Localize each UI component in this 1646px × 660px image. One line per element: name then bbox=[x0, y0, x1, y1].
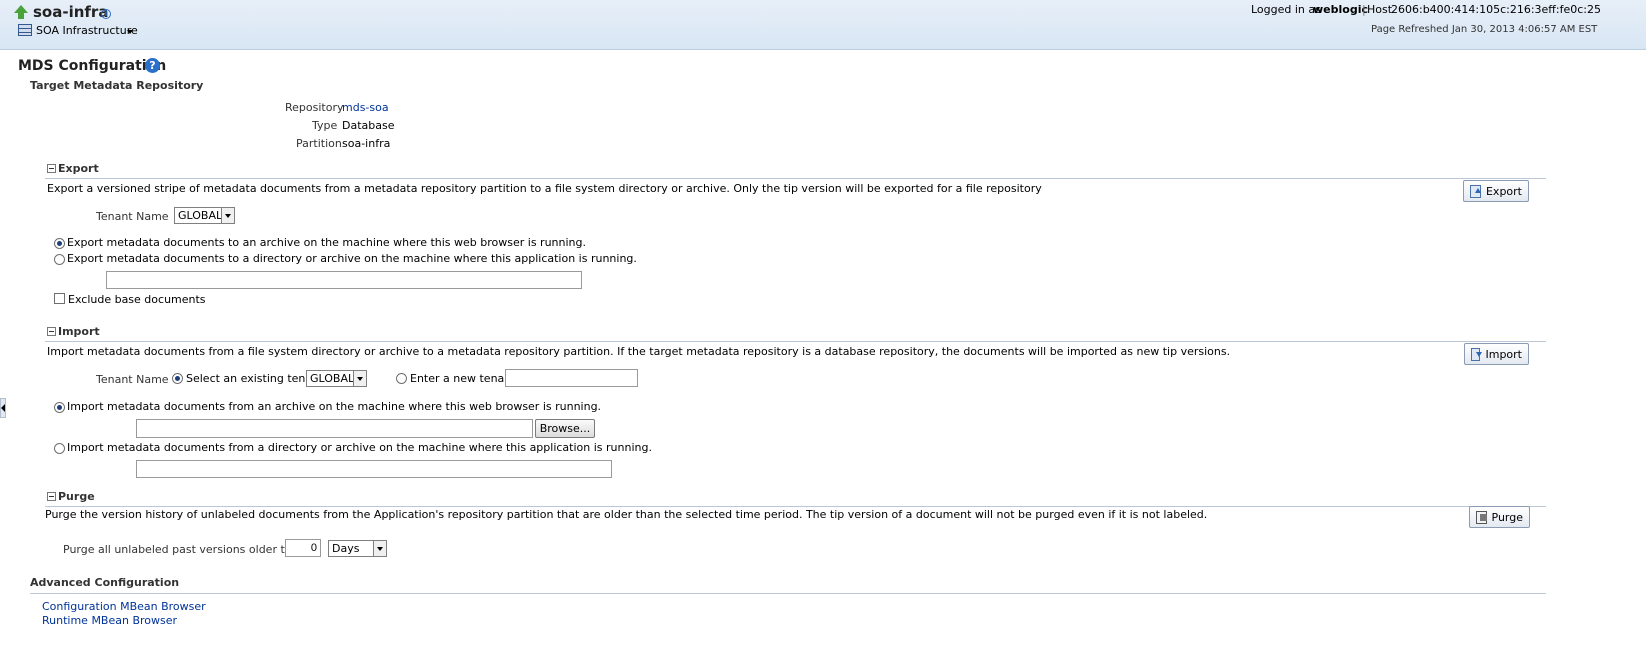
soa-infrastructure-menu[interactable]: SOA Infrastructure bbox=[36, 24, 138, 37]
purge-unit-value: Days bbox=[332, 542, 360, 555]
purge-description: Purge the version history of unlabeled d… bbox=[45, 508, 1208, 521]
help-icon[interactable]: ? bbox=[145, 58, 160, 73]
export-heading: Export bbox=[58, 162, 99, 175]
repository-label: Repository bbox=[285, 101, 344, 114]
export-server-option[interactable]: Export metadata documents to a directory… bbox=[67, 252, 637, 265]
purge-divider bbox=[45, 506, 1546, 507]
export-button-label: Export bbox=[1485, 184, 1522, 198]
export-tenant-label: Tenant Name bbox=[96, 210, 169, 223]
purge-collapse-icon[interactable] bbox=[47, 492, 56, 501]
type-value: Database bbox=[342, 119, 395, 132]
purge-button[interactable]: Purge bbox=[1469, 506, 1530, 528]
import-tenant-label: Tenant Name bbox=[96, 373, 169, 386]
export-collapse-icon[interactable] bbox=[47, 164, 56, 173]
new-tenant-radio[interactable] bbox=[396, 373, 407, 384]
purge-older-label: Purge all unlabeled past versions older … bbox=[63, 543, 313, 556]
chevron-down-icon[interactable] bbox=[127, 30, 133, 34]
partition-value: soa-infra bbox=[342, 137, 391, 150]
import-server-radio[interactable] bbox=[54, 443, 65, 454]
browse-button-label: Browse... bbox=[539, 422, 591, 435]
new-tenant-input[interactable] bbox=[505, 369, 638, 387]
import-tenant-value: GLOBAL bbox=[310, 372, 355, 385]
type-label: Type bbox=[312, 119, 338, 132]
purge-button-label: Purge bbox=[1491, 510, 1524, 524]
chevron-down-icon bbox=[221, 208, 234, 223]
import-browser-option[interactable]: Import metadata documents from an archiv… bbox=[67, 400, 601, 413]
purge-icon bbox=[1476, 510, 1487, 524]
purge-heading: Purge bbox=[58, 490, 95, 503]
export-path-input[interactable] bbox=[106, 271, 582, 289]
export-button[interactable]: Export bbox=[1463, 180, 1529, 202]
info-icon[interactable]: i bbox=[101, 9, 111, 19]
advanced-heading: Advanced Configuration bbox=[30, 576, 180, 589]
purge-age-input[interactable] bbox=[285, 539, 321, 557]
up-arrow-stem bbox=[18, 12, 24, 19]
host-separator: | bbox=[1362, 3, 1366, 16]
partition-label: Partition bbox=[296, 137, 342, 150]
logged-in-prefix: Logged in as bbox=[1251, 3, 1321, 16]
host-value: 2606:b400:414:105c:216:3eff:fe0c:25 bbox=[1391, 3, 1601, 16]
collapse-panel-handle[interactable] bbox=[0, 398, 6, 418]
existing-tenant-radio[interactable] bbox=[172, 373, 183, 384]
import-description: Import metadata documents from a file sy… bbox=[47, 345, 1231, 358]
new-tenant-label[interactable]: Enter a new tenant bbox=[410, 372, 516, 385]
import-browser-radio[interactable] bbox=[54, 402, 65, 413]
runtime-mbean-link[interactable]: Runtime MBean Browser bbox=[42, 614, 177, 627]
import-file-input[interactable] bbox=[136, 419, 533, 438]
export-browser-option[interactable]: Export metadata documents to an archive … bbox=[67, 236, 586, 249]
page-title: MDS Configuration bbox=[18, 58, 167, 74]
import-button-label: Import bbox=[1485, 347, 1522, 361]
import-divider bbox=[45, 341, 1546, 342]
configuration-mbean-link[interactable]: Configuration MBean Browser bbox=[42, 600, 206, 613]
target-title: soa-infra bbox=[33, 3, 109, 21]
repository-link[interactable]: mds-soa bbox=[342, 101, 389, 114]
exclude-base-label[interactable]: Exclude base documents bbox=[68, 293, 206, 306]
export-browser-radio[interactable] bbox=[54, 238, 65, 249]
existing-tenant-label[interactable]: Select an existing tenant bbox=[186, 372, 323, 385]
export-divider bbox=[45, 178, 1546, 179]
export-tenant-select[interactable]: GLOBAL bbox=[174, 207, 235, 224]
soa-infrastructure-icon bbox=[18, 24, 32, 36]
export-server-radio[interactable] bbox=[54, 254, 65, 265]
import-collapse-icon[interactable] bbox=[47, 327, 56, 336]
purge-unit-select[interactable]: Days bbox=[328, 540, 387, 557]
target-repository-heading: Target Metadata Repository bbox=[30, 79, 204, 92]
page-header: soa-infra i SOA Infrastructure Logged in… bbox=[0, 0, 1646, 50]
chevron-down-icon bbox=[373, 541, 386, 556]
page-refreshed: Page Refreshed Jan 30, 2013 4:06:57 AM E… bbox=[1371, 24, 1598, 35]
export-description: Export a versioned stripe of metadata do… bbox=[47, 182, 1042, 195]
exclude-base-checkbox[interactable] bbox=[54, 293, 65, 304]
import-button[interactable]: Import bbox=[1464, 343, 1529, 365]
import-icon bbox=[1471, 347, 1483, 361]
host-prefix: Host bbox=[1367, 3, 1393, 16]
import-tenant-select[interactable]: GLOBAL bbox=[306, 370, 367, 387]
import-server-path-input[interactable] bbox=[136, 460, 612, 478]
logged-in-user[interactable]: weblogic bbox=[1313, 3, 1368, 16]
import-heading: Import bbox=[58, 325, 100, 338]
advanced-divider bbox=[30, 593, 1546, 594]
browse-button[interactable]: Browse... bbox=[535, 419, 595, 438]
export-tenant-value: GLOBAL bbox=[178, 209, 223, 222]
chevron-down-icon bbox=[353, 371, 366, 386]
import-server-option[interactable]: Import metadata documents from a directo… bbox=[67, 441, 652, 454]
export-icon bbox=[1470, 184, 1481, 198]
